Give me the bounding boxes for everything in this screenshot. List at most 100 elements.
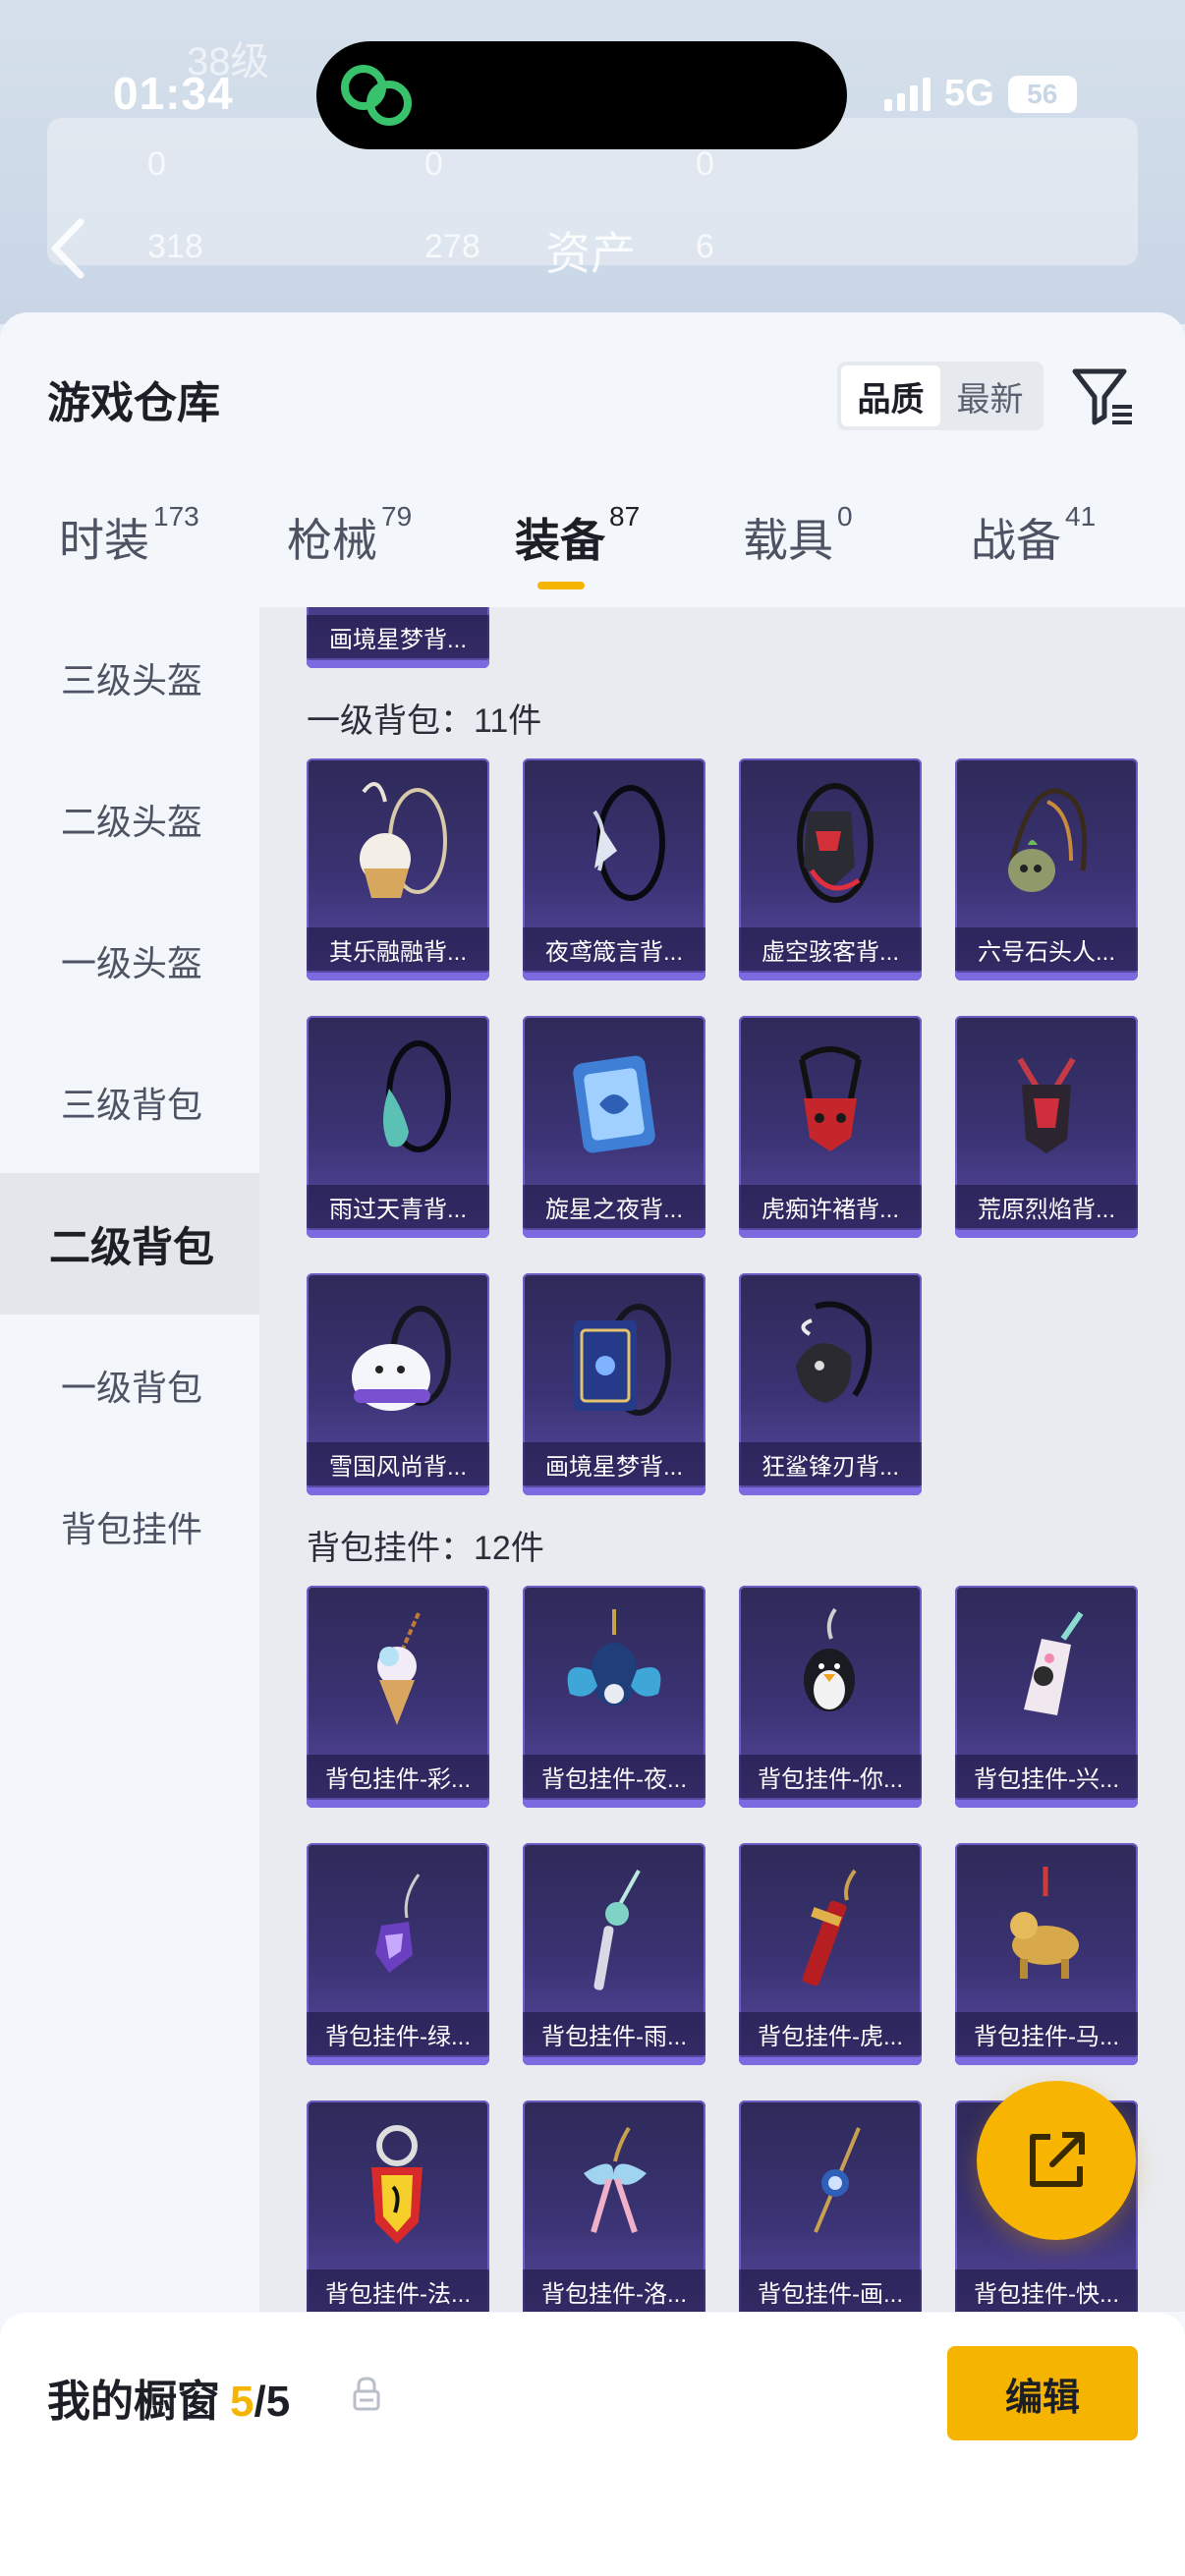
item-card[interactable]: 荒原烈焰背... <box>955 1016 1138 1238</box>
tab-label: 战备 <box>971 515 1061 566</box>
sidebar-item-backpack-lv1[interactable]: 一级背包 <box>0 1315 259 1456</box>
sort-option-quality[interactable]: 品质 <box>841 365 940 426</box>
item-name: 六号石头人... <box>955 927 1138 971</box>
lock-icon <box>353 2377 380 2411</box>
charm-icon <box>814 2127 861 2233</box>
tab-vehicles[interactable]: 载具 0 <box>743 501 853 570</box>
charm-icon <box>377 1612 421 1725</box>
tab-label: 载具 <box>743 515 833 566</box>
section-title: 一级背包：11件 <box>307 702 542 740</box>
charm-icon <box>371 2125 423 2244</box>
sidebar-item-backpack-lv3[interactable]: 三级背包 <box>0 1032 259 1173</box>
showcase-total-count: 5 <box>265 2378 291 2426</box>
item-name: 背包挂件-法... <box>307 2269 489 2312</box>
item-card[interactable]: 背包挂件-兴... <box>955 1586 1138 1808</box>
tab-label: 枪械 <box>287 515 377 566</box>
tab-battle-prep[interactable]: 战备 41 <box>971 501 1096 570</box>
tab-fashion[interactable]: 时装 173 <box>59 501 199 570</box>
item-card[interactable]: 背包挂件-夜... <box>523 1586 705 1808</box>
item-name: 背包挂件-夜... <box>523 1755 705 1798</box>
backpack-icon <box>799 1046 862 1151</box>
item-name: 狂鲨锋刃背... <box>739 1442 922 1485</box>
item-card[interactable]: 背包挂件-洛... <box>523 2100 705 2312</box>
item-card[interactable]: 雪国风尚背... <box>307 1273 489 1495</box>
share-button[interactable] <box>977 2081 1136 2240</box>
status-indicators: 5G 56 <box>884 73 1077 115</box>
sidebar-item-helmet-lv1[interactable]: 一级头盔 <box>0 890 259 1032</box>
item-card[interactable]: 背包挂件-雨... <box>523 1843 705 2065</box>
network-label: 5G <box>944 73 994 114</box>
item-name: 背包挂件-快... <box>955 2269 1138 2312</box>
backpack-icon <box>797 783 874 903</box>
item-card[interactable]: 六号石头人... <box>955 758 1138 980</box>
item-card[interactable]: 狂鲨锋刃背... <box>739 1273 922 1495</box>
item-card[interactable]: 旋星之夜背... <box>523 1016 705 1238</box>
item-name: 画境星梦背... <box>307 615 489 658</box>
stat-value: 0 <box>424 145 443 183</box>
link-chain-icon <box>341 65 412 126</box>
tab-count: 0 <box>837 501 853 532</box>
sort-toggle: 品质 最新 <box>837 362 1044 430</box>
sidebar-item-helmet-lv2[interactable]: 二级头盔 <box>0 749 259 890</box>
sidebar-item-backpack-charms[interactable]: 背包挂件 <box>0 1456 259 1597</box>
item-card[interactable]: 虚空骇客背... <box>739 758 922 980</box>
backpack-icon <box>352 1306 451 1411</box>
showcase-label: 我的橱窗 5 / 5 <box>47 2366 290 2429</box>
item-card[interactable]: 其乐融融背... <box>307 758 489 980</box>
sidebar-item-helmet-lv3[interactable]: 三级头盔 <box>0 607 259 749</box>
charm-icon <box>1010 1867 1079 1979</box>
edit-button[interactable]: 编辑 <box>947 2346 1138 2440</box>
item-card[interactable]: 背包挂件-彩... <box>307 1586 489 1808</box>
item-card[interactable]: 背包挂件-画... <box>739 2100 922 2312</box>
sort-option-newest[interactable]: 最新 <box>940 365 1040 426</box>
charm-icon <box>804 1607 855 1711</box>
item-card[interactable]: 夜鸢箴言背... <box>523 758 705 980</box>
item-card[interactable]: 背包挂件-绿... <box>307 1843 489 2065</box>
item-card[interactable]: 虎痴许褚背... <box>739 1016 922 1238</box>
backpack-icon <box>574 1304 671 1416</box>
item-card[interactable]: 背包挂件-马... <box>955 1843 1138 2065</box>
item-name: 虎痴许褚背... <box>739 1185 922 1228</box>
item-card[interactable]: 雨过天青背... <box>307 1016 489 1238</box>
backpack-icon <box>383 1040 451 1152</box>
tab-equipment[interactable]: 装备 87 <box>515 501 640 570</box>
tab-count: 41 <box>1065 501 1097 532</box>
charm-icon <box>584 2126 647 2233</box>
item-name: 背包挂件-马... <box>955 2012 1138 2055</box>
back-chevron-icon[interactable] <box>43 214 92 283</box>
item-name: 夜鸢箴言背... <box>523 927 705 971</box>
item-grid-area: 画境星梦背... 一级背包：11件 其乐融融背... 夜鸢箴言背... 虚空骇客… <box>259 607 1185 2312</box>
tab-count: 173 <box>153 501 199 532</box>
item-name: 背包挂件-虎... <box>739 2012 922 2055</box>
backpack-icon <box>796 1301 873 1403</box>
page-title: 资产 <box>545 228 636 279</box>
showcase-bar: 我的橱窗 5 / 5 编辑 <box>0 2313 1185 2576</box>
filter-icon[interactable] <box>1069 362 1138 430</box>
sidebar-item-backpack-lv2[interactable]: 二级背包 <box>0 1173 259 1315</box>
item-card[interactable]: 背包挂件-虎... <box>739 1843 922 2065</box>
item-card[interactable]: 画境星梦背... <box>307 607 489 668</box>
tab-count: 79 <box>381 501 413 532</box>
tab-firearms[interactable]: 枪械 79 <box>287 501 412 570</box>
section-title: 背包挂件：12件 <box>307 1530 544 1567</box>
charm-icon <box>375 1874 421 1973</box>
item-card[interactable]: 背包挂件-你... <box>739 1586 922 1808</box>
signal-icon <box>884 77 931 111</box>
item-name: 背包挂件-你... <box>739 1755 922 1798</box>
item-name: 画境星梦背... <box>523 1442 705 1485</box>
sheet-title: 游戏仓库 <box>47 379 220 427</box>
subcategory-sidebar: 三级头盔 二级头盔 一级头盔 三级背包 二级背包 一级背包 背包挂件 <box>0 607 259 2576</box>
item-name: 虚空骇客背... <box>739 927 922 971</box>
showcase-separator: / <box>254 2378 266 2426</box>
item-name: 背包挂件-彩... <box>307 1755 489 1798</box>
item-name: 荒原烈焰背... <box>955 1185 1138 1228</box>
stat-value: 318 <box>147 228 203 265</box>
item-card[interactable]: 画境星梦背... <box>523 1273 705 1495</box>
category-tabs: 时装 173 枪械 79 装备 87 载具 0 战备 41 <box>0 501 1185 603</box>
item-name: 雨过天青背... <box>307 1185 489 1228</box>
stat-value: 0 <box>696 145 714 183</box>
item-card[interactable]: 背包挂件-法... <box>307 2100 489 2312</box>
item-name: 背包挂件-兴... <box>955 1755 1138 1798</box>
item-name: 其乐融融背... <box>307 927 489 971</box>
item-name: 背包挂件-雨... <box>523 2012 705 2055</box>
